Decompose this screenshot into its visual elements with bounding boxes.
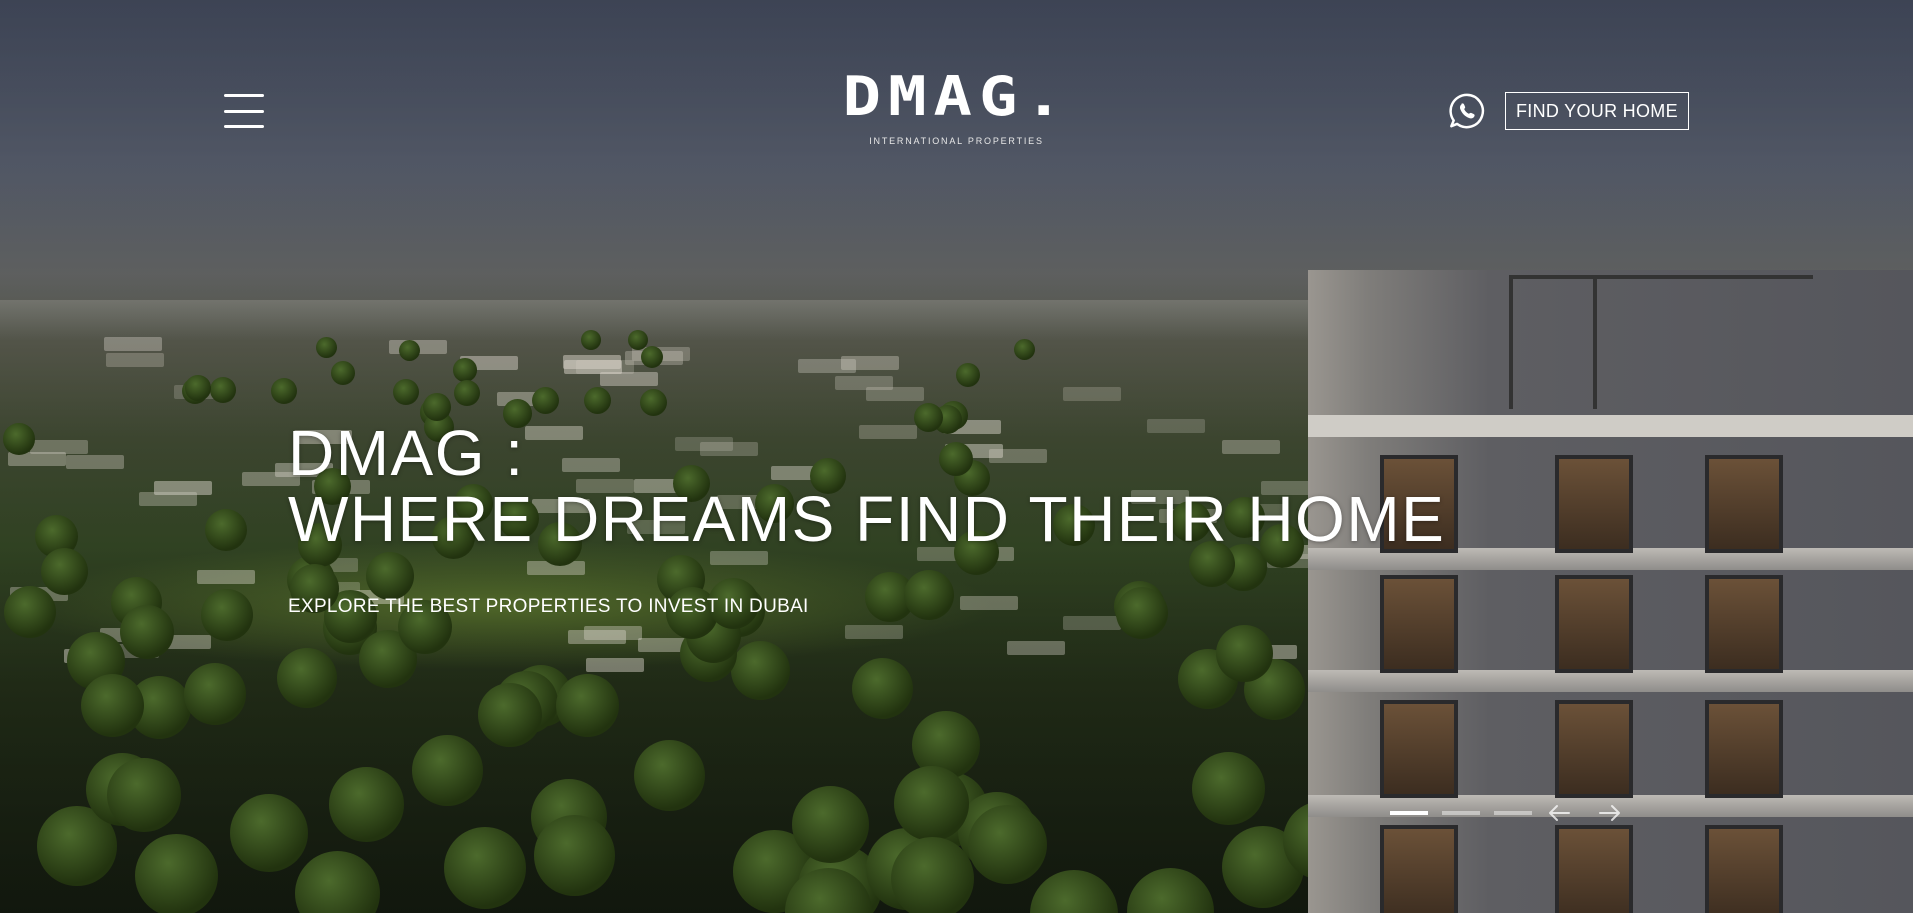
background-palm-tree <box>1192 752 1265 825</box>
background-palm-tree <box>1014 339 1036 361</box>
hero-background-window <box>1555 700 1633 798</box>
background-palm-tree <box>41 548 89 596</box>
hero-background-window <box>1555 825 1633 913</box>
slider-dot[interactable] <box>1390 811 1428 815</box>
hero-title: DMAG : WHERE DREAMS FIND THEIR HOME <box>288 420 1445 552</box>
background-palm-tree <box>329 767 404 842</box>
background-palm-tree <box>956 363 981 388</box>
background-palm-tree <box>634 740 706 812</box>
hero-background-window <box>1380 825 1458 913</box>
background-villa <box>568 630 626 644</box>
background-villa <box>845 625 903 639</box>
background-villa <box>197 570 255 584</box>
logo-wordmark[interactable]: DMAG. <box>843 70 1070 124</box>
background-palm-tree <box>894 766 969 841</box>
hero-background-window <box>1705 455 1783 553</box>
background-palm-tree <box>641 346 663 368</box>
background-palm-tree <box>4 586 56 638</box>
background-villa <box>66 455 124 469</box>
background-palm-tree <box>393 379 420 406</box>
background-palm-tree <box>556 674 619 737</box>
background-villa <box>798 359 856 373</box>
background-villa <box>106 353 164 367</box>
background-villa <box>1063 616 1121 630</box>
background-palm-tree <box>205 509 248 552</box>
background-palm-tree <box>3 423 35 455</box>
background-palm-tree <box>295 851 381 913</box>
background-villa <box>139 492 197 506</box>
hero-background-window <box>1705 575 1783 673</box>
hero-background-window <box>1705 825 1783 913</box>
hero-title-line-1: DMAG : <box>288 417 525 489</box>
background-palm-tree <box>230 794 308 872</box>
background-palm-tree <box>792 786 869 863</box>
background-palm-tree <box>852 658 913 719</box>
background-palm-tree <box>453 358 477 382</box>
background-palm-tree <box>184 663 246 725</box>
background-palm-tree <box>399 340 421 362</box>
background-villa <box>104 337 162 351</box>
whatsapp-icon[interactable] <box>1448 92 1486 130</box>
background-palm-tree <box>107 758 181 832</box>
background-palm-tree <box>640 389 668 417</box>
background-palm-tree <box>366 552 414 600</box>
logo-subtitle: INTERNATIONAL PROPERTIES <box>869 136 1044 146</box>
background-palm-tree <box>316 337 337 358</box>
hero-background-window <box>1555 455 1633 553</box>
background-palm-tree <box>478 683 543 748</box>
slider-dot[interactable] <box>1442 811 1480 815</box>
background-palm-tree <box>581 330 601 350</box>
background-palm-tree <box>1116 587 1169 640</box>
background-palm-tree <box>532 387 560 415</box>
background-palm-tree <box>534 815 615 896</box>
find-your-home-button[interactable]: FIND YOUR HOME <box>1505 92 1689 130</box>
background-palm-tree <box>584 387 612 415</box>
background-palm-tree <box>444 827 527 910</box>
hero-background-window <box>1380 700 1458 798</box>
background-palm-tree <box>1030 870 1118 913</box>
background-palm-tree <box>201 589 254 642</box>
hero-title-line-2: WHERE DREAMS FIND THEIR HOME <box>288 483 1446 555</box>
background-palm-tree <box>968 805 1048 885</box>
background-palm-tree <box>271 378 297 404</box>
background-palm-tree <box>1127 868 1215 913</box>
background-palm-tree <box>904 570 954 620</box>
background-villa <box>563 355 621 369</box>
background-palm-tree <box>731 641 790 700</box>
slider-pagination <box>1390 811 1532 815</box>
hero-background-floor-slab <box>1308 670 1913 692</box>
background-palm-tree <box>120 605 175 660</box>
background-palm-tree <box>1216 625 1273 682</box>
background-villa <box>1063 387 1121 401</box>
slider-dot[interactable] <box>1494 811 1532 815</box>
background-palm-tree <box>210 377 236 403</box>
background-villa <box>1007 641 1065 655</box>
background-palm-tree <box>454 380 481 407</box>
arrow-left-icon[interactable] <box>1546 800 1572 826</box>
background-villa <box>960 596 1018 610</box>
hero-background-window <box>1380 575 1458 673</box>
hero-background-rooftop-pergola <box>1509 275 1813 409</box>
background-palm-tree <box>277 648 337 708</box>
background-palm-tree <box>185 375 211 401</box>
background-palm-tree <box>81 674 144 737</box>
hero-background-window <box>1705 700 1783 798</box>
background-villa <box>600 372 658 386</box>
background-villa <box>866 387 924 401</box>
hero-section: DMAG. INTERNATIONAL PROPERTIES FIND YOUR… <box>0 0 1913 913</box>
background-palm-tree <box>135 834 218 913</box>
background-palm-tree <box>331 361 355 385</box>
background-palm-tree <box>412 735 483 806</box>
background-villa <box>586 658 644 672</box>
hero-background-window <box>1555 575 1633 673</box>
hero-subtitle: EXPLORE THE BEST PROPERTIES TO INVEST IN… <box>288 596 809 617</box>
arrow-right-icon[interactable] <box>1597 800 1623 826</box>
background-palm-tree <box>891 837 975 913</box>
